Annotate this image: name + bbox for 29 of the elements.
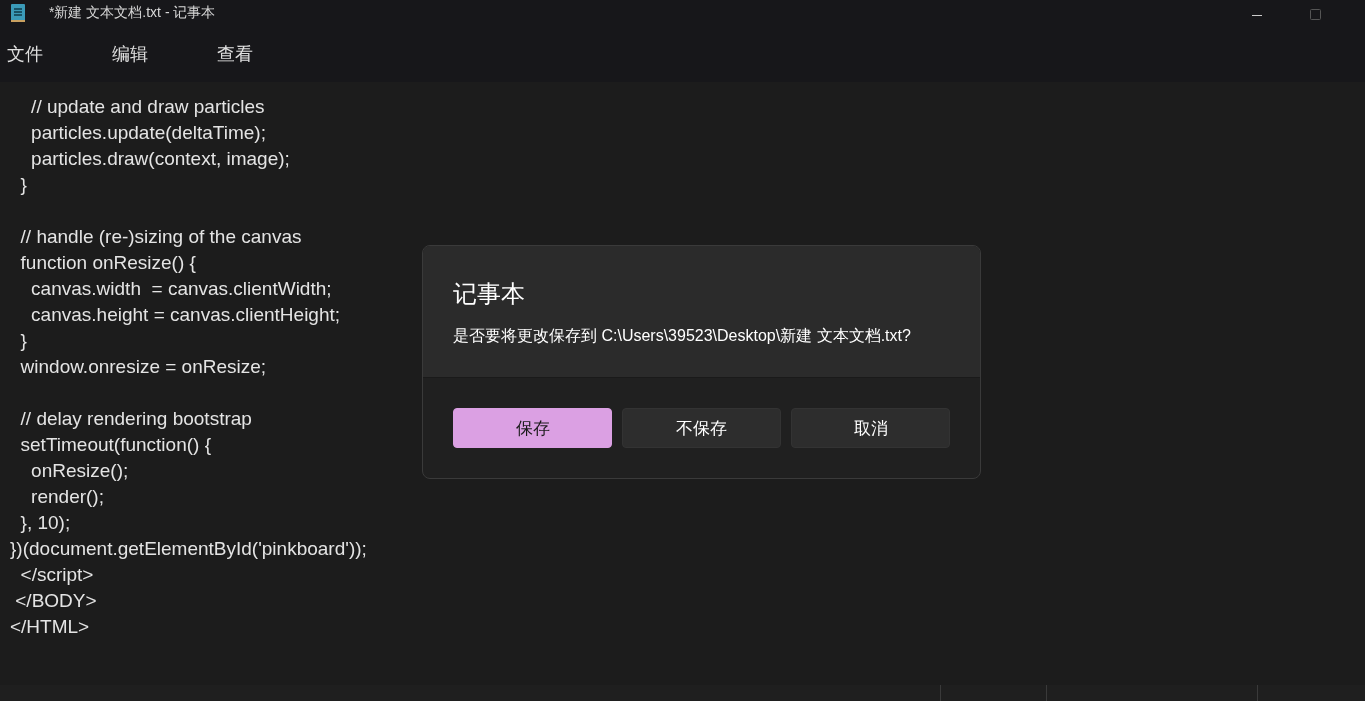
code-line: // update and draw particles — [30, 95, 265, 119]
window-title: *新建 文本文档.txt - 记事本 — [49, 4, 216, 22]
code-line: </BODY> — [14, 589, 97, 613]
notepad-icon — [10, 3, 26, 23]
code-line: </HTML> — [9, 615, 90, 639]
code-line: particles.update(deltaTime); — [30, 121, 266, 145]
code-line: function onResize() { — [19, 251, 196, 275]
save-button[interactable]: 保存 — [453, 408, 612, 448]
dialog-title: 记事本 — [453, 279, 525, 309]
code-line: } — [19, 173, 27, 197]
code-line: // delay rendering bootstrap — [19, 407, 252, 431]
code-line: } — [19, 329, 27, 353]
code-line: render(); — [30, 485, 104, 509]
dialog-button[interactable]: 取消 — [791, 408, 950, 448]
code-line: particles.draw(context, image); — [30, 147, 290, 171]
code-line: }, 10); — [19, 511, 71, 535]
code-line: </script> — [19, 563, 94, 587]
menu-item[interactable]: 编辑 — [105, 38, 155, 70]
code-line: // handle (re-)sizing of the canvas — [19, 225, 302, 249]
code-line: window.onresize = onResize; — [19, 355, 267, 379]
dialog-button[interactable]: 不保存 — [622, 408, 781, 448]
code-line: onResize(); — [30, 459, 129, 483]
dialog-message: 是否要将更改保存到 C:\Users\39523\Desktop\新建 文本文档.txt? — [453, 326, 911, 346]
menu-item[interactable]: 查看 — [210, 38, 260, 70]
code-line: canvas.width = canvas.clientWidth; — [30, 277, 332, 301]
code-line: })(document.getElementById('pinkboard')); — [9, 537, 367, 561]
code-line: canvas.height = canvas.clientHeight; — [30, 303, 341, 327]
code-line: setTimeout(function() { — [19, 433, 211, 457]
menu-item[interactable]: 文件 — [0, 38, 50, 70]
